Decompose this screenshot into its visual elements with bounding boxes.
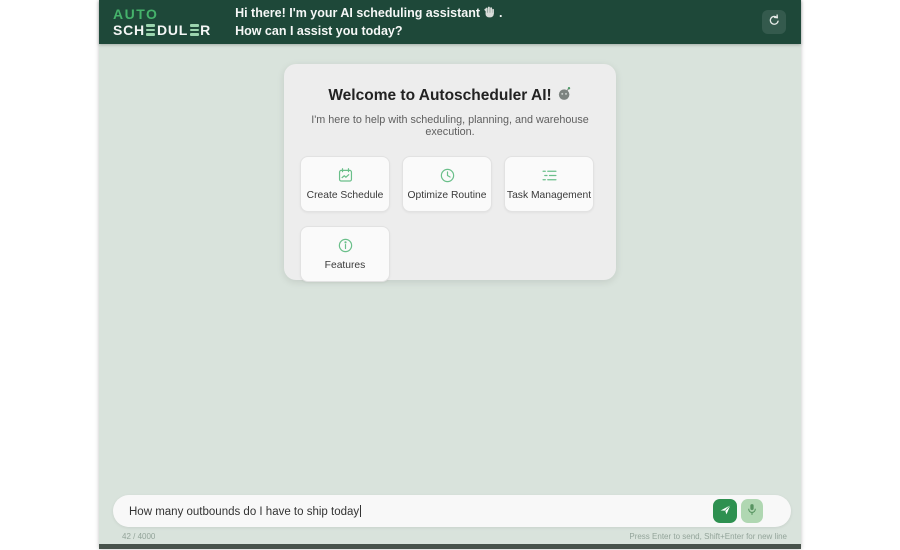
assistant-greeting: Hi there! I'm your AI scheduling assista…	[235, 5, 502, 40]
logo-e-bars-icon	[189, 24, 199, 36]
input-pill: How many outbounds do I have to ship tod…	[113, 495, 791, 527]
send-button[interactable]	[713, 499, 737, 523]
welcome-subtitle: I'm here to help with scheduling, planni…	[311, 114, 589, 138]
action-label: Task Management	[506, 190, 592, 201]
chat-area: Welcome to Autoscheduler AI! I'm here to…	[99, 44, 801, 500]
waving-hand-icon	[483, 5, 496, 23]
features-button[interactable]: Features	[300, 226, 390, 282]
composer-buttons	[713, 499, 763, 523]
calendar-icon	[337, 167, 354, 184]
info-icon	[337, 237, 354, 254]
greeting-line-2: How can I assist you today?	[235, 23, 403, 38]
text-cursor	[360, 504, 362, 517]
composer-meta: 42 / 4000 Press Enter to send, Shift+Ent…	[122, 532, 787, 541]
quick-actions: Create Schedule Optimize Routine Task Ma…	[300, 156, 600, 282]
message-composer: How many outbounds do I have to ship tod…	[99, 495, 801, 544]
char-counter: 42 / 4000	[122, 532, 156, 541]
action-label: Features	[324, 260, 366, 271]
action-label: Create Schedule	[306, 190, 384, 201]
app-header: AUTO SCH DUL R Hi there! I'm your AI sched…	[99, 0, 801, 44]
task-management-button[interactable]: Task Management	[504, 156, 594, 212]
message-input[interactable]: How many outbounds do I have to ship tod…	[113, 504, 713, 518]
logo-line2: SCH DUL R	[113, 22, 212, 38]
mic-button[interactable]	[741, 499, 763, 523]
task-list-icon	[541, 167, 558, 184]
refresh-button[interactable]	[762, 10, 786, 34]
paper-plane-icon	[719, 503, 732, 519]
microphone-icon	[746, 503, 758, 519]
page: AUTO SCH DUL R Hi there! I'm your AI sched…	[0, 0, 900, 550]
action-label: Optimize Routine	[407, 190, 487, 201]
welcome-card: Welcome to Autoscheduler AI! I'm here to…	[284, 64, 616, 282]
logo-line1: AUTO	[113, 6, 159, 22]
autoscheduler-app: AUTO SCH DUL R Hi there! I'm your AI sched…	[99, 0, 801, 549]
keyboard-hint: Press Enter to send, Shift+Enter for new…	[629, 532, 787, 541]
autoscheduler-logo: AUTO SCH DUL R	[113, 7, 211, 37]
window-bottom-edge	[99, 544, 801, 549]
welcome-title: Welcome to Autoscheduler AI!	[300, 86, 600, 106]
clock-icon	[439, 167, 456, 184]
optimize-routine-button[interactable]: Optimize Routine	[402, 156, 492, 212]
logo-e-bars-icon	[146, 24, 156, 36]
greeting-line-1: Hi there! I'm your AI scheduling assista…	[235, 5, 502, 23]
create-schedule-button[interactable]: Create Schedule	[300, 156, 390, 212]
robot-icon	[557, 86, 572, 106]
refresh-icon	[768, 14, 781, 30]
